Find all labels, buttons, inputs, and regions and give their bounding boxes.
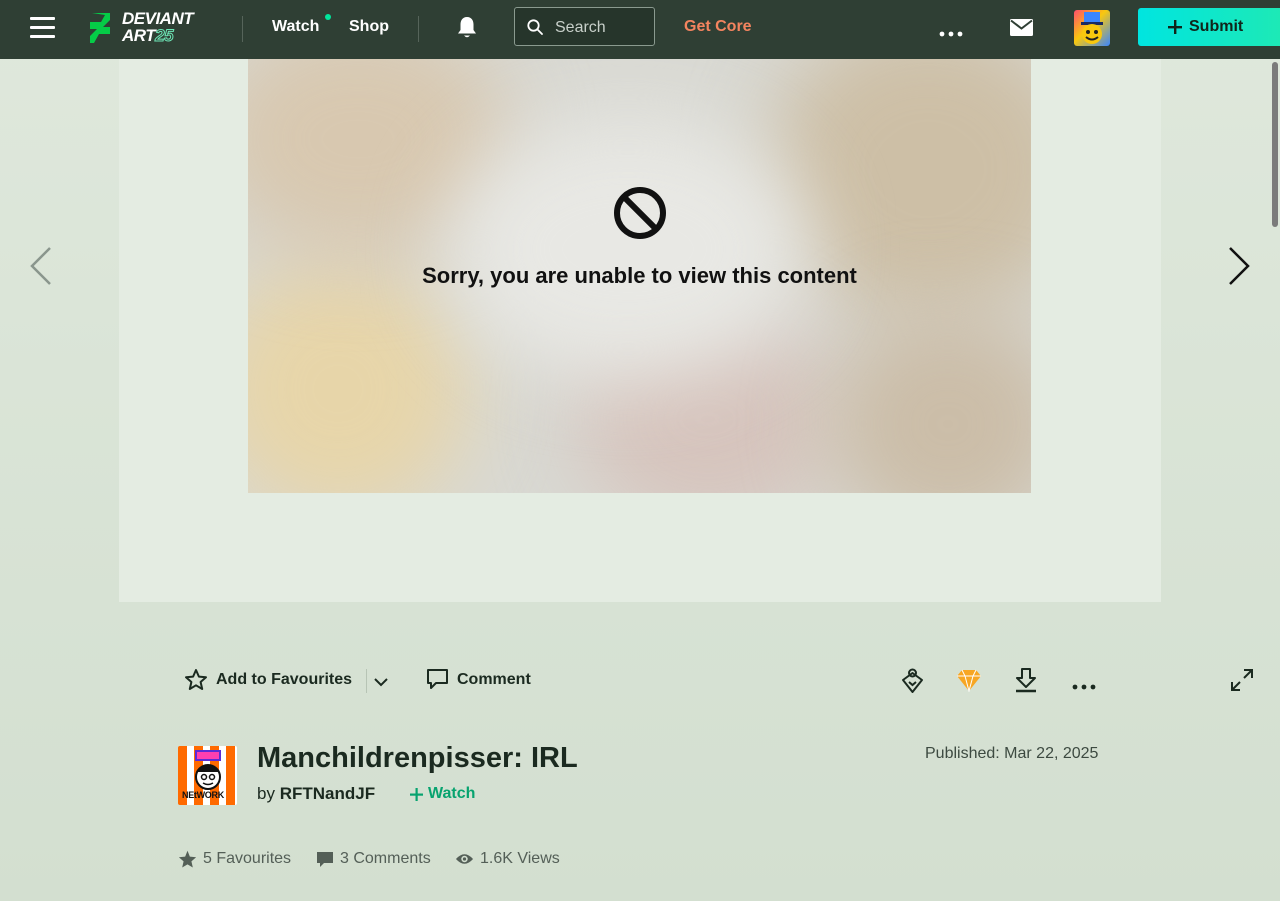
- views-count: 1.6K Views: [480, 850, 560, 867]
- views-stat: 1.6K Views: [455, 850, 560, 868]
- nav-divider: [242, 16, 243, 42]
- badge-gift-icon[interactable]: [900, 667, 925, 699]
- favourite-label: Add to Favourites: [216, 671, 353, 688]
- comments-count: 3 Comments: [340, 850, 431, 867]
- comments-stat[interactable]: 3 Comments: [316, 850, 431, 868]
- comment-bubble-icon: [427, 669, 448, 689]
- favourites-count: 5 Favourites: [203, 850, 292, 867]
- expand-fullscreen-icon[interactable]: [1230, 668, 1254, 697]
- watch-author-button[interactable]: Watch: [410, 785, 475, 803]
- scrollbar-thumb[interactable]: [1272, 62, 1278, 227]
- plus-icon: [410, 787, 423, 801]
- by-prefix: by: [257, 784, 275, 803]
- core-gem-icon[interactable]: [956, 668, 982, 697]
- submit-label: Submit: [1189, 18, 1244, 35]
- nav-divider: [418, 16, 419, 42]
- watch-notification-dot: [325, 14, 331, 20]
- comment-button[interactable]: Comment: [426, 668, 531, 691]
- user-avatar[interactable]: [1074, 10, 1110, 46]
- plus-icon: [1168, 20, 1182, 34]
- logo-anniversary-badge: 25: [155, 26, 174, 45]
- more-options-icon[interactable]: [939, 24, 963, 42]
- favourites-stat[interactable]: 5 Favourites: [178, 850, 291, 868]
- comment-filled-icon: [317, 851, 333, 867]
- shop-nav-link[interactable]: Shop: [349, 18, 389, 36]
- blocked-message: Sorry, you are unable to view this conte…: [422, 263, 857, 288]
- search-icon: [527, 19, 543, 35]
- star-outline-icon: [185, 669, 207, 690]
- author-avatar[interactable]: NEtWORK: [178, 746, 237, 805]
- menu-icon[interactable]: [30, 17, 55, 39]
- previous-arrow-icon[interactable]: [29, 246, 53, 291]
- star-filled-icon: [178, 850, 197, 868]
- search-input[interactable]: [553, 16, 652, 40]
- deviantart-logo[interactable]: DEVIANT ART25: [88, 10, 216, 46]
- notifications-bell-icon[interactable]: [455, 15, 479, 45]
- more-actions-icon[interactable]: [1072, 677, 1096, 695]
- watch-nav-link[interactable]: Watch: [272, 18, 319, 36]
- deviantart-mark-icon: [90, 13, 110, 43]
- prohibited-icon: [613, 187, 666, 239]
- logo-wordmark: DEVIANT ART25: [122, 9, 194, 45]
- top-navigation-bar: DEVIANT ART25 Watch Shop Get Core: [0, 0, 1280, 59]
- get-core-link[interactable]: Get Core: [684, 18, 752, 36]
- comment-label: Comment: [457, 670, 531, 688]
- author-avatar-text: NEtWORK: [182, 790, 224, 800]
- logo-line-2: ART: [122, 26, 156, 45]
- search-box[interactable]: [514, 7, 655, 46]
- messages-envelope-icon[interactable]: [1010, 19, 1033, 41]
- chevron-down-icon[interactable]: [373, 675, 389, 693]
- eye-icon: [455, 854, 474, 864]
- download-icon[interactable]: [1014, 667, 1038, 698]
- blocked-content-notice: Sorry, you are unable to view this conte…: [248, 186, 1031, 289]
- action-divider: [366, 669, 367, 693]
- deviation-title: Manchildrenpisser: IRL: [257, 742, 578, 774]
- logo-line-1: DEVIANT: [122, 9, 194, 28]
- submit-button[interactable]: Submit: [1138, 8, 1280, 46]
- author-byline: by RFTNandJF: [257, 784, 375, 804]
- add-to-favourites-button[interactable]: Add to Favourites: [184, 668, 352, 692]
- watch-author-label: Watch: [428, 785, 476, 802]
- published-date: Published: Mar 22, 2025: [925, 745, 1099, 762]
- author-name-link[interactable]: RFTNandJF: [280, 784, 375, 803]
- next-arrow-icon[interactable]: [1227, 246, 1251, 291]
